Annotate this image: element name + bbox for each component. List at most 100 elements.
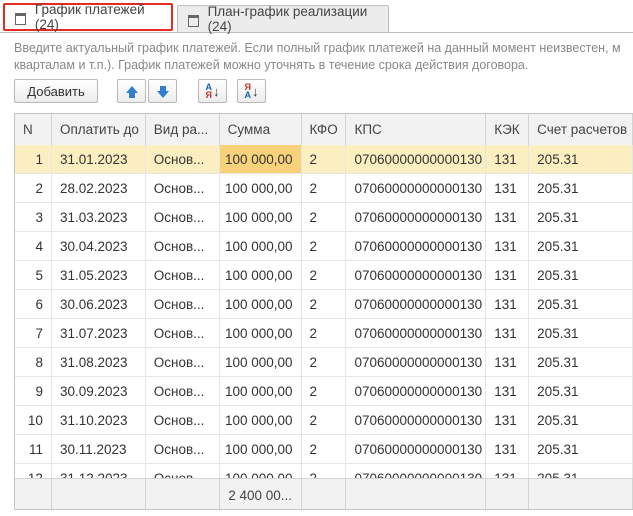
cell-amount[interactable]: 100 000,00: [220, 232, 302, 260]
cell-type[interactable]: Основ...: [146, 319, 220, 347]
cell-kek[interactable]: 131: [486, 203, 530, 231]
column-header-amount[interactable]: Сумма: [220, 114, 302, 145]
cell-account[interactable]: 205.31: [529, 145, 633, 173]
cell-kps[interactable]: 07060000000000130: [346, 377, 487, 405]
cell-n[interactable]: 4: [15, 232, 52, 260]
table-row[interactable]: 5 31.05.2023 Основ... 100 000,00 2 0706000000…: [15, 261, 633, 290]
cell-type[interactable]: Основ...: [146, 290, 220, 318]
cell-account[interactable]: 205.31: [529, 406, 633, 434]
cell-kfo[interactable]: 2: [302, 203, 347, 231]
cell-account[interactable]: 205.31: [529, 232, 633, 260]
add-button[interactable]: Добавить: [14, 79, 98, 103]
cell-type[interactable]: Основ...: [146, 377, 220, 405]
cell-pay-by[interactable]: 31.08.2023: [52, 348, 146, 376]
cell-kfo[interactable]: 2: [302, 319, 347, 347]
cell-kek[interactable]: 131: [486, 319, 530, 347]
cell-kps[interactable]: 07060000000000130: [346, 145, 487, 173]
cell-n[interactable]: 8: [15, 348, 52, 376]
tab-implementation-schedule[interactable]: План-график реализации (24): [177, 4, 389, 34]
cell-pay-by[interactable]: 31.07.2023: [52, 319, 146, 347]
cell-n[interactable]: 7: [15, 319, 52, 347]
cell-n[interactable]: 10: [15, 406, 52, 434]
cell-account[interactable]: 205.31: [529, 290, 633, 318]
cell-kek[interactable]: 131: [486, 377, 530, 405]
cell-kps[interactable]: 07060000000000130: [346, 232, 487, 260]
table-row[interactable]: 9 30.09.2023 Основ... 100 000,00 2 0706000000…: [15, 377, 633, 406]
cell-kps[interactable]: 07060000000000130: [346, 406, 487, 434]
cell-n[interactable]: 5: [15, 261, 52, 289]
cell-type[interactable]: Основ...: [146, 203, 220, 231]
cell-pay-by[interactable]: 31.03.2023: [52, 203, 146, 231]
cell-kps[interactable]: 07060000000000130: [346, 435, 487, 463]
cell-amount[interactable]: 100 000,00: [220, 261, 302, 289]
cell-pay-by[interactable]: 28.02.2023: [52, 174, 146, 202]
cell-n[interactable]: 1: [15, 145, 52, 173]
cell-kfo[interactable]: 2: [302, 145, 347, 173]
cell-type[interactable]: Основ...: [146, 145, 220, 173]
cell-pay-by[interactable]: 30.06.2023: [52, 290, 146, 318]
cell-kek[interactable]: 131: [486, 261, 530, 289]
cell-kps[interactable]: 07060000000000130: [346, 261, 487, 289]
move-down-button[interactable]: [148, 79, 177, 103]
cell-type[interactable]: Основ...: [146, 348, 220, 376]
cell-pay-by[interactable]: 31.01.2023: [52, 145, 146, 173]
cell-account[interactable]: 205.31: [529, 174, 633, 202]
column-header-n[interactable]: N: [15, 114, 52, 145]
cell-kfo[interactable]: 2: [302, 406, 347, 434]
cell-amount[interactable]: 100 000,00: [220, 377, 302, 405]
cell-amount[interactable]: 100 000,00: [220, 174, 302, 202]
cell-n[interactable]: 2: [15, 174, 52, 202]
cell-amount[interactable]: 100 000,00: [220, 406, 302, 434]
cell-account[interactable]: 205.31: [529, 435, 633, 463]
cell-kek[interactable]: 131: [486, 145, 530, 173]
cell-kek[interactable]: 131: [486, 232, 530, 260]
table-row[interactable]: 7 31.07.2023 Основ... 100 000,00 2 0706000000…: [15, 319, 633, 348]
cell-account[interactable]: 205.31: [529, 319, 633, 347]
cell-n[interactable]: 9: [15, 377, 52, 405]
move-up-button[interactable]: [117, 79, 146, 103]
cell-kfo[interactable]: 2: [302, 232, 347, 260]
cell-type[interactable]: Основ...: [146, 174, 220, 202]
cell-type[interactable]: Основ...: [146, 435, 220, 463]
cell-kfo[interactable]: 2: [302, 290, 347, 318]
cell-kek[interactable]: 131: [486, 290, 530, 318]
column-header-pay-by[interactable]: Оплатить до: [52, 114, 146, 145]
table-row[interactable]: 8 31.08.2023 Основ... 100 000,00 2 0706000000…: [15, 348, 633, 377]
table-row[interactable]: 1 31.01.2023 Основ... 100 000,00 2 0706000000…: [15, 145, 633, 174]
table-row[interactable]: 6 30.06.2023 Основ... 100 000,00 2 0706000000…: [15, 290, 633, 319]
cell-kps[interactable]: 07060000000000130: [346, 174, 487, 202]
cell-amount[interactable]: 100 000,00: [220, 348, 302, 376]
column-header-account[interactable]: Счет расчетов: [529, 114, 633, 145]
table-row[interactable]: 2 28.02.2023 Основ... 100 000,00 2 0706000000…: [15, 174, 633, 203]
table-row[interactable]: 10 31.10.2023 Основ... 100 000,00 2 070600000…: [15, 406, 633, 435]
cell-pay-by[interactable]: 31.10.2023: [52, 406, 146, 434]
cell-type[interactable]: Основ...: [146, 232, 220, 260]
cell-kfo[interactable]: 2: [302, 435, 347, 463]
cell-type[interactable]: Основ...: [146, 406, 220, 434]
cell-pay-by[interactable]: 30.04.2023: [52, 232, 146, 260]
sort-ascending-button[interactable]: А Я ↓: [198, 79, 227, 103]
cell-pay-by[interactable]: 31.05.2023: [52, 261, 146, 289]
cell-kek[interactable]: 131: [486, 348, 530, 376]
cell-kfo[interactable]: 2: [302, 348, 347, 376]
column-header-type[interactable]: Вид ра...: [146, 114, 220, 145]
cell-amount[interactable]: 100 000,00: [220, 319, 302, 347]
cell-account[interactable]: 205.31: [529, 377, 633, 405]
column-header-kek[interactable]: КЭК: [486, 114, 530, 145]
cell-n[interactable]: 11: [15, 435, 52, 463]
cell-pay-by[interactable]: 30.09.2023: [52, 377, 146, 405]
cell-kek[interactable]: 131: [486, 406, 530, 434]
cell-kps[interactable]: 07060000000000130: [346, 290, 487, 318]
cell-account[interactable]: 205.31: [529, 203, 633, 231]
cell-account[interactable]: 205.31: [529, 348, 633, 376]
cell-kfo[interactable]: 2: [302, 377, 347, 405]
cell-kps[interactable]: 07060000000000130: [346, 348, 487, 376]
cell-kek[interactable]: 131: [486, 435, 530, 463]
cell-kfo[interactable]: 2: [302, 174, 347, 202]
cell-kps[interactable]: 07060000000000130: [346, 319, 487, 347]
cell-n[interactable]: 6: [15, 290, 52, 318]
cell-type[interactable]: Основ...: [146, 261, 220, 289]
cell-kfo[interactable]: 2: [302, 261, 347, 289]
cell-pay-by[interactable]: 30.11.2023: [52, 435, 146, 463]
cell-account[interactable]: 205.31: [529, 261, 633, 289]
